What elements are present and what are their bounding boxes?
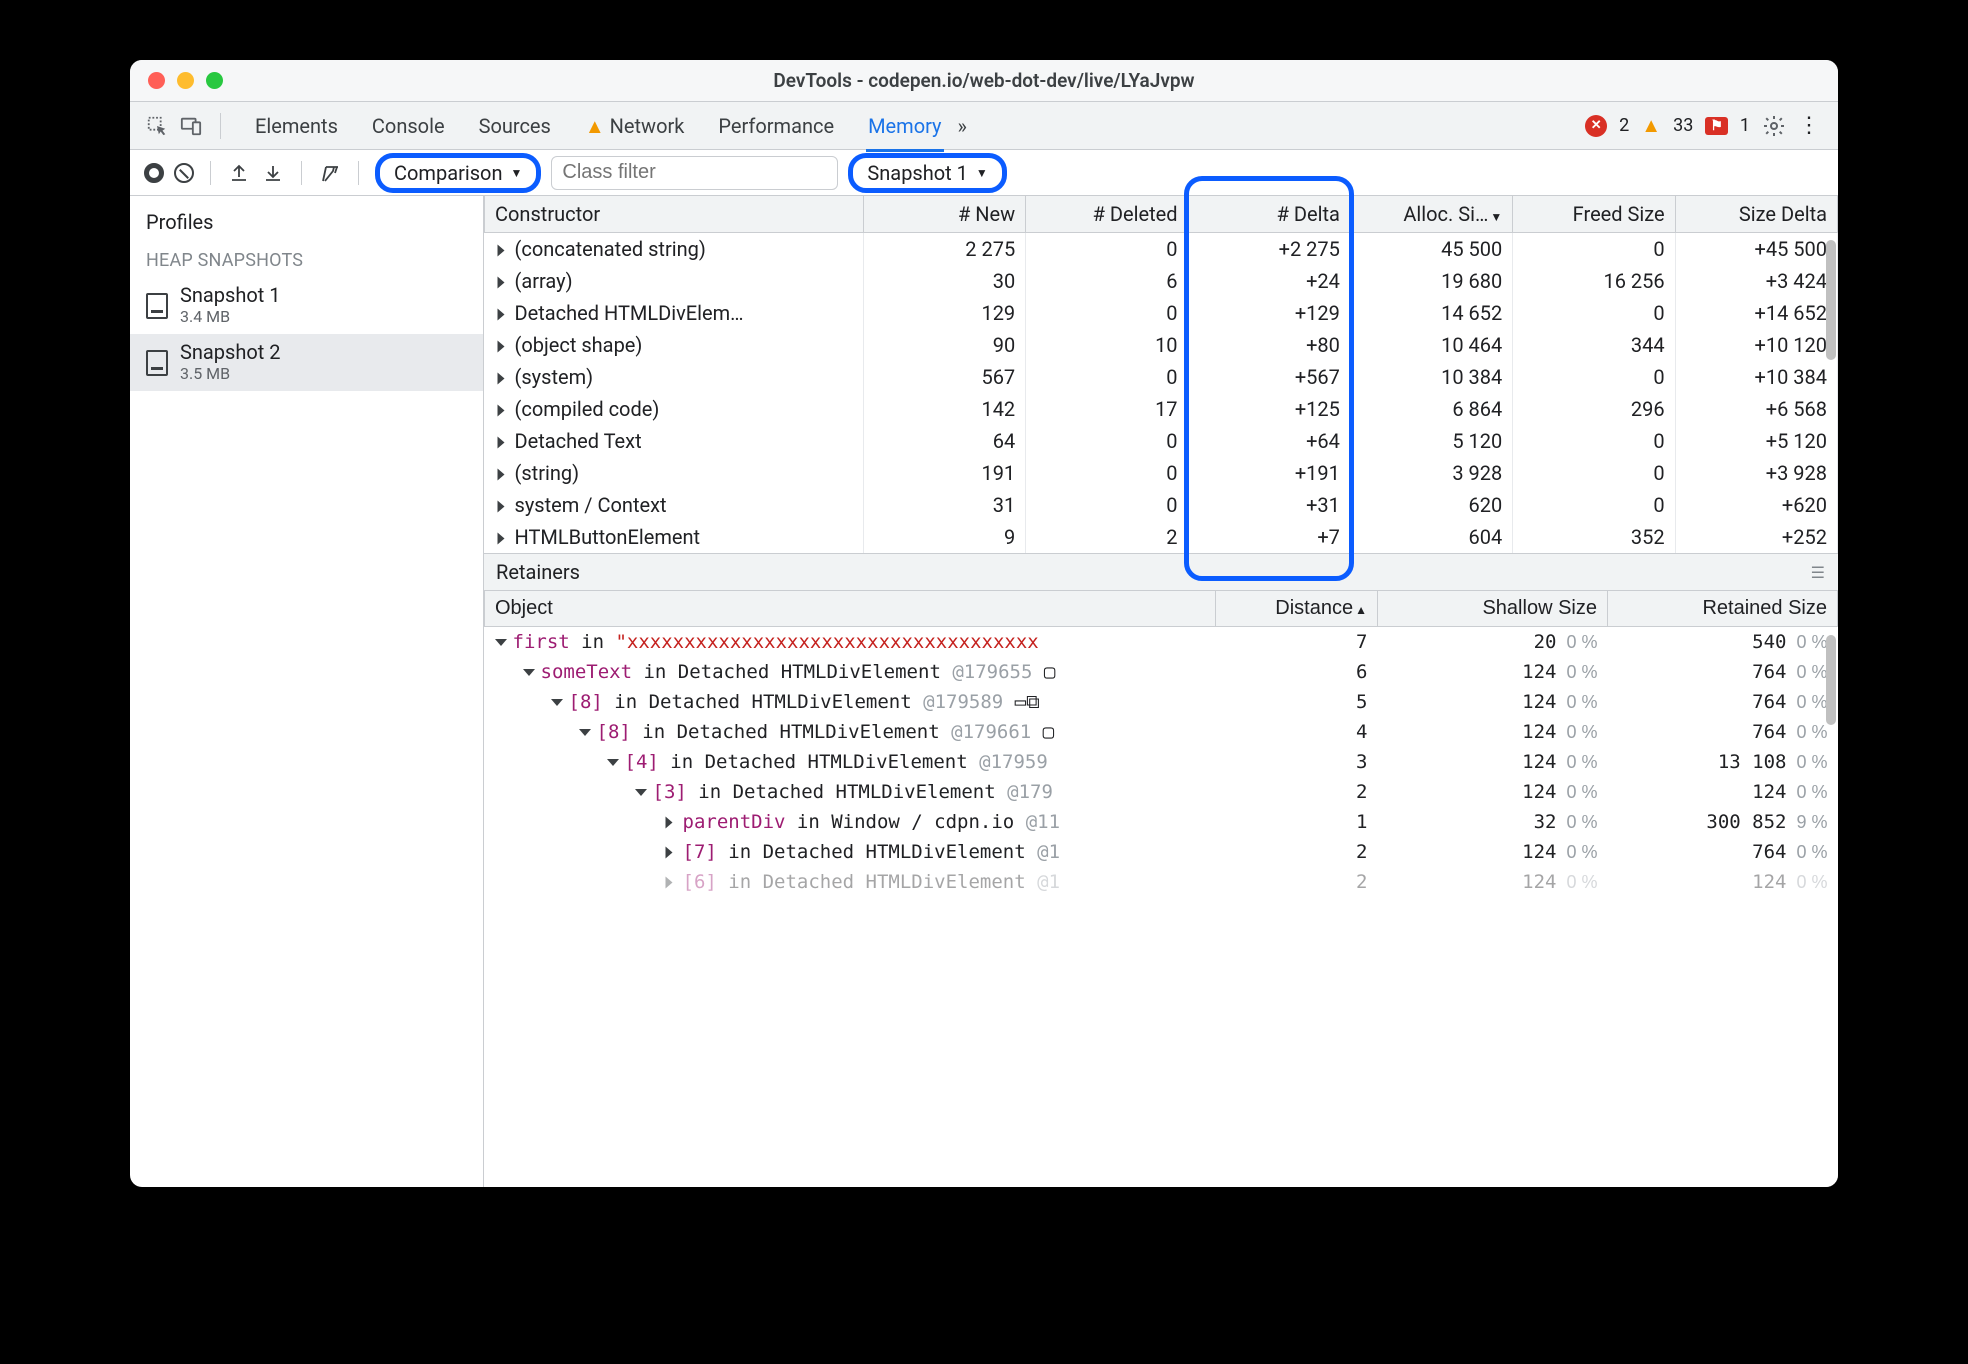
- view-mode-dropdown[interactable]: Comparison ▼: [375, 153, 541, 193]
- download-icon[interactable]: [261, 161, 285, 185]
- scrollbar[interactable]: [1826, 240, 1836, 360]
- column-header[interactable]: Distance▲: [1215, 591, 1377, 627]
- table-row[interactable]: (concatenated string) 2 2750+2 275 45 50…: [485, 233, 1838, 266]
- tab-sources[interactable]: Sources: [477, 106, 553, 146]
- snapshot-item[interactable]: Snapshot 13.4 MB: [130, 277, 483, 334]
- upload-icon[interactable]: [227, 161, 251, 185]
- retainer-row[interactable]: [7] in Detached HTMLDivElement @121240 %…: [485, 837, 1838, 867]
- chevron-down-icon: ▼: [511, 166, 523, 180]
- table-row[interactable]: (compiled code) 14217+125 6 864296+6 568: [485, 393, 1838, 425]
- sidebar-header: Profiles: [130, 196, 483, 240]
- main-content: Constructor# New# Deleted# DeltaAlloc. S…: [484, 196, 1838, 1187]
- table-row[interactable]: Detached Text 640+64 5 1200+5 120: [485, 425, 1838, 457]
- table-row[interactable]: (object shape) 9010+80 10 464344+10 120: [485, 329, 1838, 361]
- chevron-down-icon: ▼: [976, 166, 988, 180]
- column-header[interactable]: Shallow Size: [1377, 591, 1607, 627]
- retainer-row[interactable]: parentDiv in Window / cdpn.io @111320 %3…: [485, 807, 1838, 837]
- retainer-row[interactable]: [6] in Detached HTMLDivElement @121240 %…: [485, 867, 1838, 897]
- record-icon[interactable]: [144, 163, 164, 183]
- column-header[interactable]: Object: [485, 591, 1216, 627]
- retainers-header: Retainers ☰: [484, 553, 1838, 591]
- column-header[interactable]: # New: [863, 196, 1025, 233]
- column-header[interactable]: Retained Size: [1607, 591, 1837, 627]
- minimize-icon[interactable]: [177, 72, 194, 89]
- error-badge-icon[interactable]: ✕: [1585, 115, 1607, 137]
- column-header[interactable]: Constructor: [485, 196, 864, 233]
- error-count: 2: [1619, 115, 1629, 136]
- table-row[interactable]: system / Context 310+31 6200+620: [485, 489, 1838, 521]
- retainer-row[interactable]: [8] in Detached HTMLDivElement @179661 ▢…: [485, 717, 1838, 747]
- profiles-sidebar: Profiles HEAP SNAPSHOTS Snapshot 13.4 MB…: [130, 196, 484, 1187]
- table-row[interactable]: (array) 306+24 19 68016 256+3 424: [485, 265, 1838, 297]
- tab-memory[interactable]: Memory: [866, 106, 943, 146]
- inspect-icon[interactable]: [146, 115, 168, 137]
- comparison-table[interactable]: Constructor# New# Deleted# DeltaAlloc. S…: [484, 196, 1838, 553]
- column-header[interactable]: Freed Size: [1513, 196, 1675, 233]
- window-title: DevTools - codepen.io/web-dot-dev/live/L…: [130, 69, 1838, 92]
- table-row[interactable]: (system) 5670+567 10 3840+10 384: [485, 361, 1838, 393]
- tab-performance[interactable]: Performance: [716, 106, 836, 146]
- table-row[interactable]: Detached HTMLDivElem… 1290+129 14 6520+1…: [485, 297, 1838, 329]
- snapshot-file-icon: [146, 350, 168, 376]
- garbage-collect-icon[interactable]: [318, 161, 342, 185]
- settings-gear-icon[interactable]: [1762, 114, 1786, 138]
- device-toolbar-icon[interactable]: [180, 115, 202, 137]
- warning-count: 33: [1673, 115, 1693, 136]
- tabs-overflow[interactable]: »: [956, 106, 969, 146]
- retainer-row[interactable]: [8] in Detached HTMLDivElement @179589 ▭…: [485, 687, 1838, 717]
- tab-network[interactable]: ▲ Network: [583, 106, 687, 146]
- column-header[interactable]: # Delta: [1188, 196, 1350, 233]
- snapshot-file-icon: [146, 293, 168, 319]
- devtools-window: DevTools - codepen.io/web-dot-dev/live/L…: [130, 60, 1838, 1187]
- window-traffic-lights[interactable]: [148, 72, 223, 89]
- memory-toolbar: Comparison ▼ Snapshot 1 ▼: [130, 150, 1838, 196]
- tab-elements[interactable]: Elements: [253, 106, 340, 146]
- main-tab-bar: Elements Console Sources ▲ Network Performan…: [130, 102, 1838, 150]
- close-icon[interactable]: [148, 72, 165, 89]
- column-header[interactable]: # Deleted: [1026, 196, 1188, 233]
- tab-console[interactable]: Console: [370, 106, 447, 146]
- retainers-table[interactable]: ObjectDistance▲Shallow SizeRetained Size…: [484, 591, 1838, 897]
- table-row[interactable]: HTMLButtonElement 92+7 604352+252: [485, 521, 1838, 553]
- column-header[interactable]: Alloc. Si…▼: [1350, 196, 1512, 233]
- sidebar-section: HEAP SNAPSHOTS: [130, 240, 483, 277]
- issues-count: 1: [1740, 115, 1750, 136]
- warning-badge-icon[interactable]: ▲: [1641, 113, 1661, 138]
- issues-badge-icon[interactable]: ⚑: [1705, 117, 1728, 135]
- snapshot-item[interactable]: Snapshot 23.5 MB: [130, 334, 483, 391]
- baseline-snapshot-dropdown[interactable]: Snapshot 1 ▼: [848, 153, 1006, 193]
- column-header[interactable]: Size Delta: [1675, 196, 1837, 233]
- retainer-row[interactable]: [3] in Detached HTMLDivElement @17921240…: [485, 777, 1838, 807]
- scrollbar[interactable]: [1826, 635, 1836, 725]
- table-row[interactable]: (string) 1910+191 3 9280+3 928: [485, 457, 1838, 489]
- retainers-menu-icon[interactable]: ☰: [1811, 563, 1826, 582]
- retainer-row[interactable]: [4] in Detached HTMLDivElement @17959312…: [485, 747, 1838, 777]
- class-filter-input[interactable]: [551, 156, 838, 190]
- kebab-menu-icon[interactable]: ⋮: [1798, 113, 1822, 138]
- retainer-row[interactable]: first in "xxxxxxxxxxxxxxxxxxxxxxxxxxxxxx…: [485, 627, 1838, 658]
- clear-icon[interactable]: [174, 163, 194, 183]
- retainer-row[interactable]: someText in Detached HTMLDivElement @179…: [485, 657, 1838, 687]
- fullscreen-icon[interactable]: [206, 72, 223, 89]
- titlebar: DevTools - codepen.io/web-dot-dev/live/L…: [130, 60, 1838, 102]
